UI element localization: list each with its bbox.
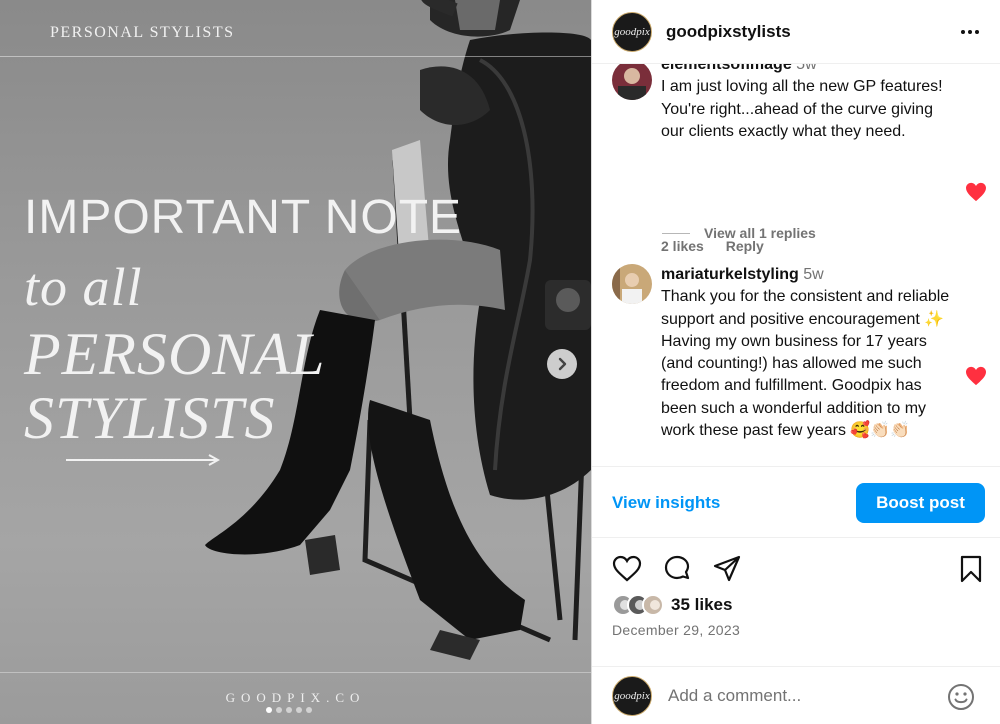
view-replies-button[interactable]: View all 1 replies xyxy=(662,225,816,241)
subline-personal: PERSONAL xyxy=(24,321,326,387)
carousel-dot-active xyxy=(266,707,272,713)
current-user-avatar: goodpix xyxy=(612,675,652,716)
more-icon[interactable] xyxy=(959,22,981,42)
account-avatar[interactable]: goodpix xyxy=(612,11,652,52)
add-comment-bar: goodpix xyxy=(592,666,1000,724)
headline-text: IMPORTANT NOTE xyxy=(24,191,463,244)
post-media[interactable]: PERSONAL STYLISTS IMPORTANT NOTE to all … xyxy=(0,0,591,724)
carousel-dot xyxy=(306,707,312,713)
view-replies-label: View all 1 replies xyxy=(704,225,816,241)
add-comment-input[interactable] xyxy=(668,685,928,706)
comments-list[interactable]: elementsofimage 5w I am just loving all … xyxy=(592,64,1000,466)
subline-stylists: STYLISTS xyxy=(24,385,276,451)
comment-text: I am just loving all the new GP features… xyxy=(661,78,943,140)
arrow-right-graphic xyxy=(66,454,220,466)
post-header: goodpix goodpixstylists xyxy=(592,0,1000,64)
likes-summary[interactable]: 35 likes xyxy=(612,594,732,616)
brand-tag: PERSONAL STYLISTS xyxy=(50,24,235,41)
liker-avatar xyxy=(642,594,664,616)
carousel-indicator xyxy=(266,707,312,713)
header-divider xyxy=(0,56,591,57)
account-logo-text: goodpix xyxy=(614,689,650,702)
share-icon[interactable] xyxy=(712,554,742,584)
heart-icon[interactable] xyxy=(612,554,642,584)
chevron-right-icon xyxy=(558,357,567,371)
post-sidebar: goodpix goodpixstylists elementsofimage … xyxy=(591,0,1000,724)
comment-username[interactable]: elementsofimage xyxy=(661,64,792,73)
heart-icon[interactable] xyxy=(965,182,987,202)
heart-icon[interactable] xyxy=(965,366,987,386)
account-logo-text: goodpix xyxy=(614,25,650,38)
comment-text: Thank you for the consistent and reliabl… xyxy=(661,288,950,440)
post-actions xyxy=(592,538,1000,602)
likes-count[interactable]: 35 likes xyxy=(671,595,732,615)
brand-footer: GOODPIX.CO xyxy=(225,690,366,705)
commenter-avatar[interactable] xyxy=(612,264,652,304)
post-date: December 29, 2023 xyxy=(612,622,741,638)
carousel-dot xyxy=(286,707,292,713)
comment-text-block: elementsofimage 5w I am just loving all … xyxy=(661,64,957,143)
account-username[interactable]: goodpixstylists xyxy=(666,22,791,42)
view-insights-link[interactable]: View insights xyxy=(612,493,720,513)
commenter-avatar[interactable] xyxy=(612,64,652,100)
carousel-dot xyxy=(296,707,302,713)
footer-divider xyxy=(0,672,591,673)
comment-icon[interactable] xyxy=(662,554,692,584)
comment-item: mariaturkelstyling 5w Thank you for the … xyxy=(612,264,987,466)
carousel-dot xyxy=(276,707,282,713)
insights-bar: View insights Boost post xyxy=(592,466,1000,538)
replies-divider xyxy=(662,232,690,234)
comment-time: 5w xyxy=(796,64,817,73)
bookmark-icon[interactable] xyxy=(956,554,986,584)
comment-item: elementsofimage 5w I am just loving all … xyxy=(612,64,987,254)
comment-text-block: mariaturkelstyling 5w Thank you for the … xyxy=(661,264,957,442)
carousel-next-button[interactable] xyxy=(547,349,577,379)
emoji-icon[interactable] xyxy=(947,683,975,711)
boost-post-button[interactable]: Boost post xyxy=(856,483,985,523)
comment-time: 5w xyxy=(803,266,824,283)
comment-username[interactable]: mariaturkelstyling xyxy=(661,266,799,283)
subline-to-all: to all xyxy=(24,257,143,317)
